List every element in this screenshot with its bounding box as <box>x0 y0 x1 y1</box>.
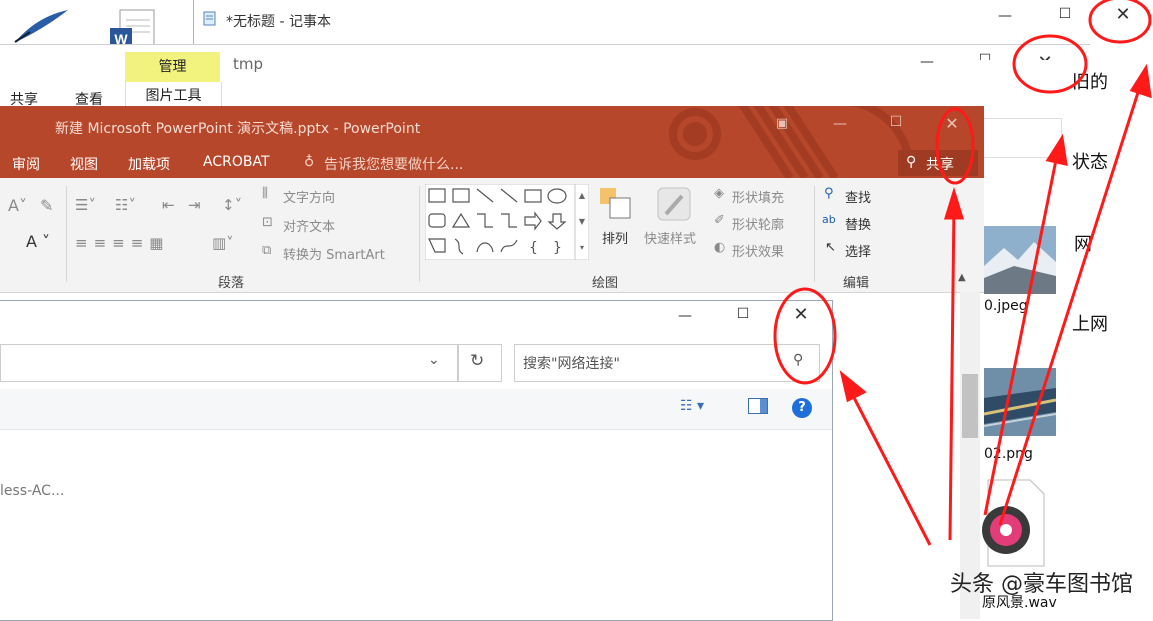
smartart-icon[interactable]: ⧉ <box>262 243 271 258</box>
user-add-icon: ⚲ <box>906 154 917 170</box>
search-placeholder: 搜索"网络连接" <box>523 356 620 372</box>
scrollbar-thumb[interactable] <box>962 374 978 438</box>
text-fragment: 上网 <box>1072 314 1108 335</box>
explorer-minimize-button[interactable]: — <box>912 54 942 70</box>
clear-format-icon[interactable]: ✎ <box>40 196 53 215</box>
separator <box>66 186 67 282</box>
replace-button[interactable]: 替换 <box>845 214 871 233</box>
shape-fill-button[interactable]: 形状填充 <box>732 187 784 206</box>
text-fragment: 网 <box>1074 234 1092 255</box>
paragraph-group-label: 段落 <box>218 276 245 291</box>
replace-icon: ab <box>822 213 836 226</box>
line-spacing-icon[interactable]: ↕˅ <box>222 196 242 214</box>
font-color-icon[interactable]: A ˅ <box>26 232 50 251</box>
powerpoint-maximize-button[interactable]: ☐ <box>884 114 908 130</box>
tab-view[interactable]: 视图 <box>70 154 98 174</box>
network-minimize-button[interactable]: — <box>670 308 700 324</box>
find-button[interactable]: 查找 <box>845 187 871 206</box>
shape-fill-icon[interactable]: ◈ <box>714 186 724 201</box>
tab-review[interactable]: 审阅 <box>12 154 40 174</box>
tab-acrobat[interactable]: ACROBAT <box>203 154 270 170</box>
audio-file-icon[interactable] <box>976 478 1046 568</box>
arrange-icon[interactable] <box>598 186 634 222</box>
powerpoint-close-button[interactable]: ✕ <box>940 114 964 133</box>
ribbon-display-options-icon[interactable]: ▣ <box>770 116 794 131</box>
notepad-minimize-button[interactable]: — <box>990 8 1020 24</box>
svg-text:▼: ▼ <box>579 217 586 226</box>
shape-effects-icon[interactable]: ◐ <box>714 240 725 255</box>
select-icon: ↖ <box>825 240 836 255</box>
shapes-gallery[interactable]: { } ▲ ▼ ▾ <box>425 184 589 260</box>
chevron-down-icon[interactable]: ⌄ <box>428 352 440 368</box>
editing-group-label: 编辑 <box>843 276 870 291</box>
refresh-icon: ↻ <box>470 351 485 371</box>
text-direction-icon[interactable]: ⫼ <box>262 186 268 201</box>
search-icon: ⚲ <box>824 186 834 201</box>
scroll-up-icon[interactable]: ▲ <box>958 272 966 283</box>
powerpoint-minimize-button[interactable]: — <box>828 116 852 132</box>
separator <box>419 186 420 282</box>
powerpoint-title: 新建 Microsoft PowerPoint 演示文稿.pptx - Powe… <box>55 121 421 137</box>
network-maximize-button[interactable]: ☐ <box>728 306 758 322</box>
tab-picture-tools[interactable]: 图片工具 <box>125 82 222 106</box>
shape-effects-button[interactable]: 形状效果 <box>732 241 784 260</box>
notepad-close-button[interactable]: ✕ <box>1108 4 1138 25</box>
bullets-icon[interactable]: ☰˅ <box>75 196 96 214</box>
preview-pane-icon[interactable] <box>748 398 768 414</box>
svg-text:}: } <box>553 240 562 256</box>
text-direction-button[interactable]: 文字方向 <box>283 187 335 206</box>
tab-manage[interactable]: 管理 <box>125 52 220 82</box>
svg-text:{: { <box>529 240 538 256</box>
arrange-button[interactable]: 排列 <box>602 228 628 247</box>
share-label: 共享 <box>926 157 954 173</box>
explorer-title: tmp <box>233 55 264 73</box>
address-bar[interactable] <box>0 344 458 382</box>
separator <box>814 186 815 282</box>
select-button[interactable]: 选择 <box>845 241 871 260</box>
file-name[interactable]: 0.jpeg <box>984 298 1028 314</box>
network-close-button[interactable]: ✕ <box>786 304 816 325</box>
align-text-button[interactable]: 对齐文本 <box>283 216 335 235</box>
notepad-maximize-button[interactable]: ☐ <box>1050 6 1080 22</box>
font-size-icon[interactable]: A˅ <box>8 196 27 215</box>
increase-indent-icon[interactable]: ⇥ <box>188 196 201 214</box>
svg-text:▾: ▾ <box>580 243 584 252</box>
watermark: 头条 @豪车图书馆 <box>950 572 1133 597</box>
text-fragment: 状态 <box>1072 152 1108 173</box>
convert-smartart-button[interactable]: 转换为 SmartArt <box>283 244 385 263</box>
quick-styles-icon[interactable] <box>656 186 692 222</box>
drawing-group-label: 绘图 <box>592 276 619 291</box>
file-name[interactable]: 02.png <box>984 446 1033 462</box>
text-fragment: 旧的 <box>1072 72 1108 93</box>
quick-styles-button[interactable]: 快速样式 <box>644 228 696 247</box>
tab-addins[interactable]: 加载项 <box>128 154 170 174</box>
columns-icon[interactable]: ▥˅ <box>212 234 234 252</box>
notepad-icon <box>203 11 216 26</box>
view-options-icon[interactable]: ☷ ▾ <box>680 398 704 414</box>
tell-me-input[interactable]: 告诉我您想要做什么... <box>324 154 463 174</box>
help-icon[interactable]: ? <box>792 398 812 418</box>
shape-outline-button[interactable]: 形状轮廓 <box>732 214 784 233</box>
paragraph-align-icons[interactable]: ≡≡≡≡▦ <box>75 234 169 252</box>
notepad-title: *无标题 - 记事本 <box>226 14 331 30</box>
svg-text:▲: ▲ <box>579 191 586 200</box>
lightbulb-icon: ♁ <box>304 154 315 170</box>
image-thumbnail[interactable] <box>984 226 1056 294</box>
align-text-icon[interactable]: ⊡ <box>262 215 273 230</box>
numbering-icon[interactable]: ☷˅ <box>115 196 136 214</box>
image-thumbnail[interactable] <box>984 368 1056 436</box>
shape-outline-icon[interactable]: ✐ <box>714 213 725 228</box>
feather-icon[interactable] <box>10 6 70 44</box>
decrease-indent-icon[interactable]: ⇤ <box>162 196 175 214</box>
search-icon[interactable]: ⚲ <box>793 352 803 368</box>
network-toolbar <box>0 389 832 430</box>
connection-item-label[interactable]: less-AC... <box>0 483 64 499</box>
